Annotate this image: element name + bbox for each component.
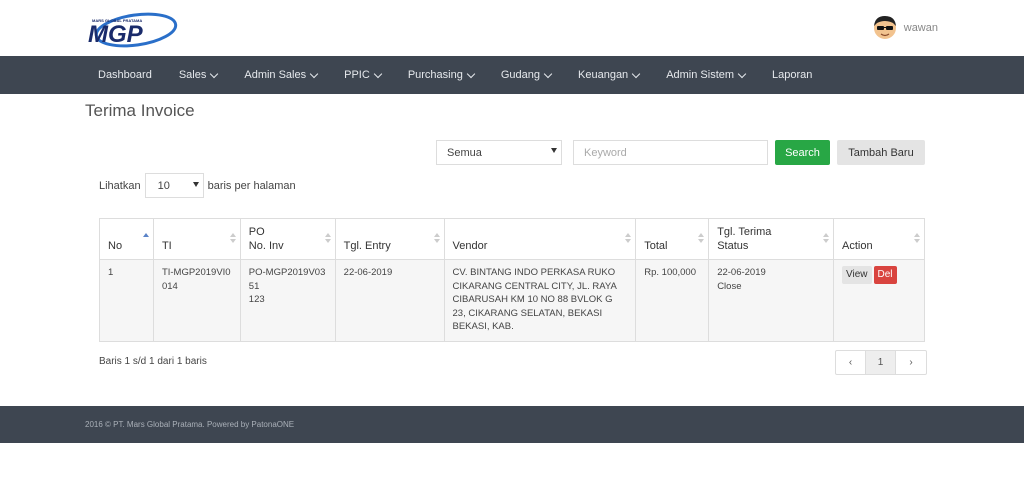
perpage-prefix: Lihatkan [99,179,141,192]
column-header-action[interactable]: Action [833,218,925,260]
cell-no: 1 [99,259,154,342]
cell-vendor: CV. BINTANG INDO PERKASA RUKO CIKARANG C… [443,259,637,342]
chevron-down-icon [737,69,747,78]
delete-button[interactable]: Del [873,266,897,284]
add-new-button[interactable]: Tambah Baru [837,140,925,165]
svg-text:MGP: MGP [88,21,144,48]
cell-inv: 123 [248,294,265,305]
pagination-info: Baris 1 s/d 1 dari 1 baris [99,356,207,367]
chevron-down-icon [210,69,219,78]
cell-po-inv: PO-MGP2019V0351 123 [239,259,336,342]
sort-icon [823,233,830,245]
cell-total: Rp. 100,000 [635,259,710,342]
nav-label: Dashboard [98,69,152,81]
cell-tgl-entry: 22-06-2019 [334,259,445,342]
status-select[interactable]: Semua [436,140,562,165]
rows-per-page: Lihatkan 10 baris per halaman [99,173,296,198]
nav-ppic[interactable]: PPIC [344,69,383,81]
cell-action: View Del [833,259,925,342]
cell-status: Close [717,280,742,292]
view-button[interactable]: View [842,266,872,284]
chevron-down-icon [631,69,641,78]
sort-asc-icon [142,233,149,245]
chevron-down-icon [373,69,383,78]
main-navbar: Dashboard Sales Admin Sales PPIC Purchas… [0,56,1024,94]
user-name: wawan [903,22,938,34]
sort-icon [433,233,440,245]
column-header-tgl-entry[interactable]: Tgl. Entry [334,218,445,260]
column-header-no[interactable]: No [99,218,154,260]
caret-down-icon [192,182,199,187]
nav-laporan[interactable]: Laporan [772,69,812,81]
company-logo[interactable]: MGP MARS GLOBAL PRATAMA [84,10,180,50]
column-header-vendor[interactable]: Vendor [443,218,637,260]
nav-label: Laporan [772,69,813,81]
page-1-button[interactable]: 1 [866,351,896,374]
column-header-total[interactable]: Total [635,218,710,260]
cell-ti: TI-MGP2019VI0014 [152,259,241,342]
column-label: No [108,240,123,252]
column-label: Tgl. Terima Status [717,226,772,252]
footer-text: 2016 © PT. Mars Global Pratama. Powered … [85,420,295,429]
nav-admin-sistem[interactable]: Admin Sistem [666,69,747,81]
nav-label: Admin Sistem [666,69,735,81]
column-header-tgl-terima[interactable]: Tgl. Terima Status [708,218,835,260]
perpage-select[interactable]: 10 [144,173,204,198]
nav-label: Keuangan [578,69,629,81]
search-input[interactable] [573,140,768,165]
cell-tgl-terima: 22-06-2019 [717,267,766,278]
nav-admin-sales[interactable]: Admin Sales [244,69,319,81]
sort-icon [698,233,705,245]
chevron-down-icon [466,69,476,78]
caret-down-icon [551,148,557,153]
nav-label: Sales [178,69,207,81]
nav-label: Admin Sales [244,69,307,81]
svg-text:MARS GLOBAL PRATAMA: MARS GLOBAL PRATAMA [92,18,142,23]
pagination: ‹ 1 › [835,350,927,375]
nav-gudang[interactable]: Gudang [500,69,553,81]
next-page-button[interactable]: › [896,351,926,374]
footer: 2016 © PT. Mars Global Pratama. Powered … [0,406,1024,443]
column-header-ti[interactable]: TI [152,218,241,260]
status-select-value: Semua [447,147,482,159]
nav-label: PPIC [344,69,370,81]
nav-keuangan[interactable]: Keuangan [578,69,641,81]
nav-label: Purchasing [407,69,463,81]
cell-tgl-terima-status: 22-06-2019 Close [708,259,835,342]
avatar [872,14,898,43]
column-label: Tgl. Entry [343,240,391,252]
perpage-value: 10 [157,180,170,192]
column-label: Total [644,240,668,252]
nav-purchasing[interactable]: Purchasing [407,69,476,81]
column-label: TI [161,240,172,252]
column-label: Vendor [452,240,488,252]
column-label: Action [842,240,873,252]
sort-icon [625,233,632,245]
top-header: MGP MARS GLOBAL PRATAMA wawan [0,0,1024,56]
column-label: PO No. Inv [248,226,284,252]
nav-sales[interactable]: Sales [178,69,219,81]
sort-icon [914,233,920,245]
cell-po: PO-MGP2019V0351 [248,267,326,292]
invoice-table: No TI PO No. Inv Tgl. Entry Vendor Total… [99,218,925,342]
table-header-row: No TI PO No. Inv Tgl. Entry Vendor Total… [99,218,925,260]
sort-icon [324,233,331,245]
chevron-down-icon [309,69,319,78]
search-button[interactable]: Search [775,140,830,165]
nav-dashboard[interactable]: Dashboard [98,69,152,81]
chevron-down-icon [543,69,553,78]
sort-icon [229,233,236,245]
prev-page-button[interactable]: ‹ [836,351,866,374]
page-title: Terima Invoice [85,101,195,120]
table-row: 1 TI-MGP2019VI0014 PO-MGP2019V0351 123 2… [99,259,925,342]
user-menu[interactable]: wawan [872,12,938,44]
column-header-po[interactable]: PO No. Inv [239,218,336,260]
perpage-suffix: baris per halaman [207,179,296,192]
nav-label: Gudang [500,69,541,81]
